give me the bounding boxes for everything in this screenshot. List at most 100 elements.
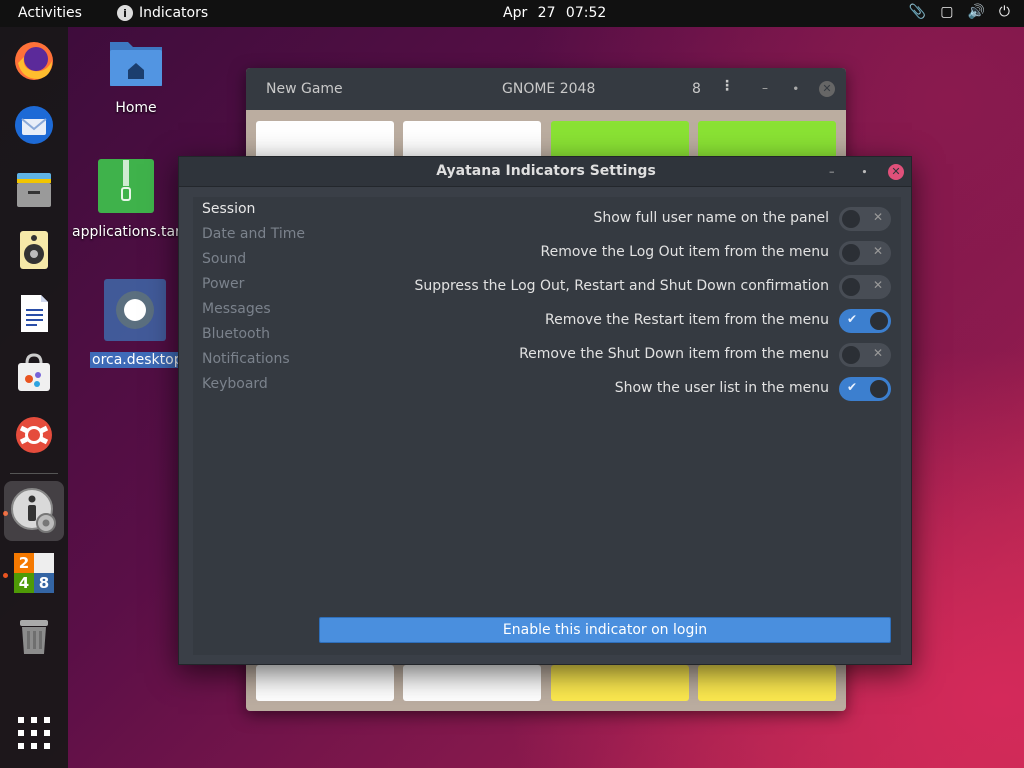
game-tile: [403, 665, 541, 701]
writer-icon: [21, 295, 48, 332]
dock-item-show-apps[interactable]: [10, 709, 58, 757]
check-icon: ✔: [847, 380, 858, 394]
desktop-icon-label: Home: [115, 100, 157, 116]
dock-item-thunderbird[interactable]: [10, 101, 58, 149]
switch-knob: [842, 244, 860, 262]
desktop-icon-applications-tar[interactable]: applications.tar: [72, 158, 181, 240]
sidebar-item-sound[interactable]: Sound: [193, 247, 309, 272]
game-tile: [403, 121, 541, 161]
option-row: Show the user list in the menu ✔: [309, 377, 901, 401]
game-headerbar: New Game GNOME 2048 8 ⋮ – ∙ ✕: [246, 68, 846, 110]
dock-item-help[interactable]: [10, 411, 58, 459]
volume-icon[interactable]: 🔊: [967, 4, 984, 20]
x-icon: ✕: [873, 210, 884, 224]
home-folder-icon: [110, 42, 162, 86]
switch-knob: [870, 312, 888, 330]
option-row: Remove the Shut Down item from the menu …: [309, 343, 901, 367]
dock-item-gnome-2048[interactable]: 2 4 8: [10, 549, 58, 597]
dock-item-rhythmbox[interactable]: [10, 225, 58, 273]
activities-button[interactable]: Activities: [18, 5, 82, 21]
ayatana-settings-window: Ayatana Indicators Settings – ∙ ✕ Sessio…: [178, 156, 912, 665]
sidebar-item-power[interactable]: Power: [193, 272, 309, 297]
window-title: Ayatana Indicators Settings: [436, 163, 656, 179]
sidebar-item-notifications[interactable]: Notifications: [193, 347, 309, 372]
gear-icon: [104, 279, 166, 341]
settings-titlebar: Ayatana Indicators Settings – ∙ ✕: [179, 157, 911, 187]
indicators-label: Indicators: [139, 5, 209, 21]
archive-icon: [98, 159, 154, 213]
toggle-show-full-user-name[interactable]: ✕: [839, 207, 891, 231]
firefox-icon: [15, 42, 53, 80]
option-row: Remove the Restart item from the menu ✔: [309, 309, 901, 333]
session-settings-panel: Show full user name on the panel ✕ Remov…: [309, 197, 901, 655]
maximize-icon[interactable]: ∙: [861, 165, 868, 178]
software-icon: [18, 353, 50, 391]
dock: 2 4 8: [0, 27, 68, 768]
desktop-icon-label: applications.tar: [72, 224, 181, 240]
clock[interactable]: Apr 27 07:52: [503, 5, 606, 21]
enable-on-login-button[interactable]: Enable this indicator on login: [319, 617, 891, 643]
maximize-icon[interactable]: ∙: [792, 81, 800, 95]
option-label: Remove the Log Out item from the menu: [540, 244, 829, 260]
minimize-icon[interactable]: –: [829, 165, 835, 178]
sidebar-item-date-and-time[interactable]: Date and Time: [193, 222, 309, 247]
dock-separator: [10, 473, 58, 474]
dock-item-writer[interactable]: [10, 289, 58, 337]
game-tile: [551, 665, 689, 701]
game-tile: [698, 665, 836, 701]
sidebar-item-messages[interactable]: Messages: [193, 297, 309, 322]
running-indicator: [3, 573, 8, 578]
system-tray[interactable]: 📎 ▢ 🔊 ⏻: [909, 4, 1010, 20]
toggle-show-user-list[interactable]: ✔: [839, 377, 891, 401]
app-grid-icon: [18, 717, 50, 749]
desktop-icon-home[interactable]: Home: [100, 36, 172, 116]
dock-item-files[interactable]: [10, 165, 58, 213]
top-bar: Activities i Indicators Apr 27 07:52 📎 ▢…: [0, 0, 1024, 27]
sidebar-item-session[interactable]: Session: [193, 197, 309, 222]
power-icon[interactable]: ⏻: [999, 4, 1010, 20]
game-tile: [256, 665, 394, 701]
dock-item-indicator-settings[interactable]: [4, 481, 64, 541]
new-game-button[interactable]: New Game: [266, 81, 343, 97]
game-tile: [551, 121, 689, 161]
score-label: 8: [692, 81, 701, 97]
switch-knob: [870, 380, 888, 398]
option-label: Show the user list in the menu: [614, 380, 829, 396]
help-icon: [16, 417, 52, 453]
sidebar-item-keyboard[interactable]: Keyboard: [193, 372, 309, 397]
menu-icon[interactable]: ⋮: [720, 78, 734, 94]
toggle-remove-shut-down[interactable]: ✕: [839, 343, 891, 367]
indicators-menu[interactable]: i Indicators: [117, 5, 208, 21]
info-icon: i: [117, 5, 133, 21]
trash-icon: [20, 620, 48, 654]
switch-knob: [842, 346, 860, 364]
sidebar-item-bluetooth[interactable]: Bluetooth: [193, 322, 309, 347]
x-icon: ✕: [873, 244, 884, 258]
toggle-remove-restart[interactable]: ✔: [839, 309, 891, 333]
dock-item-firefox[interactable]: [10, 37, 58, 85]
toggle-remove-log-out[interactable]: ✕: [839, 241, 891, 265]
rhythmbox-icon: [20, 231, 48, 269]
game-tile: [698, 121, 836, 161]
desktop-icon-label: orca.desktop: [90, 352, 185, 368]
option-row: Show full user name on the panel ✕: [309, 207, 901, 231]
indicator-settings-icon: [11, 488, 56, 533]
dock-item-software[interactable]: [10, 349, 58, 397]
option-label: Show full user name on the panel: [593, 210, 829, 226]
screen-icon[interactable]: ▢: [940, 4, 953, 20]
check-icon: ✔: [847, 312, 858, 326]
option-label: Remove the Shut Down item from the menu: [519, 346, 829, 362]
paperclip-icon[interactable]: 📎: [909, 4, 926, 20]
close-icon[interactable]: ✕: [819, 81, 835, 97]
close-icon[interactable]: ✕: [888, 164, 904, 180]
option-label: Suppress the Log Out, Restart and Shut D…: [414, 278, 829, 294]
desktop-icon-orca[interactable]: orca.desktop: [90, 278, 185, 368]
minimize-icon[interactable]: –: [762, 81, 768, 95]
switch-knob: [842, 210, 860, 228]
option-row: Suppress the Log Out, Restart and Shut D…: [309, 275, 901, 299]
dock-item-trash[interactable]: [10, 611, 58, 659]
toggle-suppress-confirmation[interactable]: ✕: [839, 275, 891, 299]
files-icon: [17, 173, 51, 207]
thunderbird-icon: [15, 106, 53, 144]
option-label: Remove the Restart item from the menu: [545, 312, 829, 328]
